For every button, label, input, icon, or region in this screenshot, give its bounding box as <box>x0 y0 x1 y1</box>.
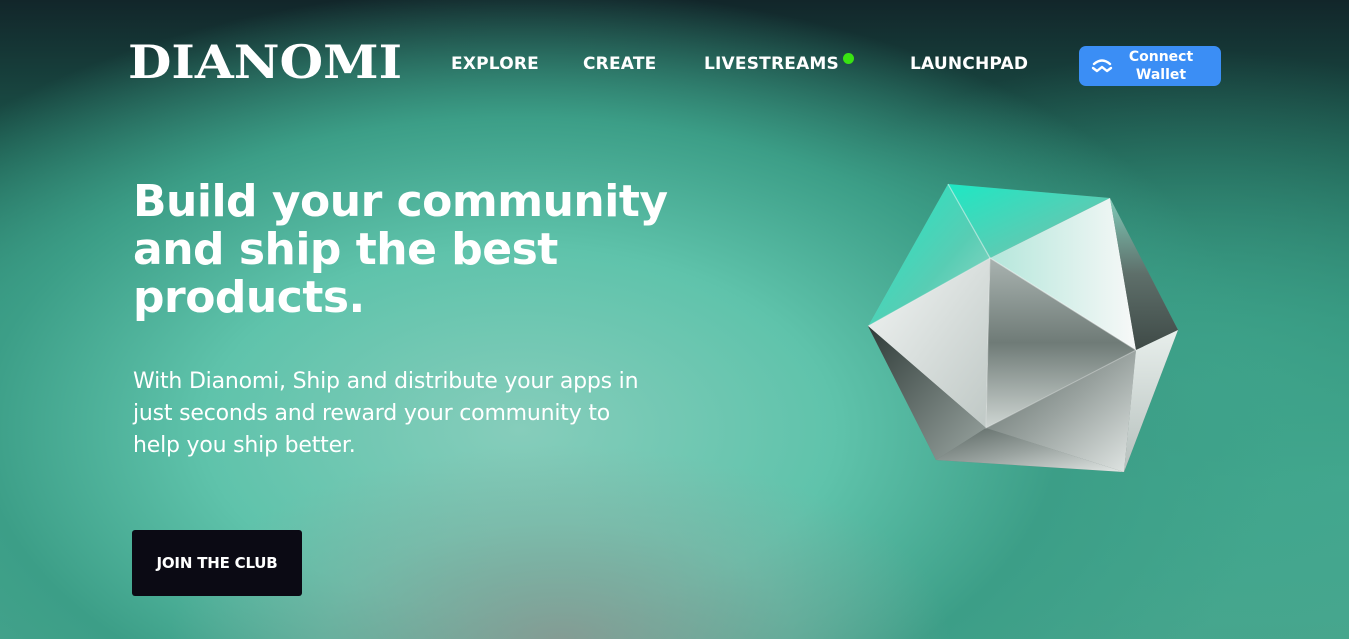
connect-wallet-label: Connect Wallet <box>1119 48 1203 84</box>
icosahedron-gem-illustration <box>867 183 1178 472</box>
logo-text: DIANOMI <box>128 36 402 86</box>
logo-wordmark: DIANOMI <box>128 36 402 86</box>
hero-subtitle-line2: just seconds and reward your community t… <box>133 401 611 426</box>
hero-subtitle-line1: With Dianomi, Ship and distribute your a… <box>133 369 639 394</box>
nav-create[interactable]: CREATE <box>583 54 656 74</box>
connect-wallet-line2: Wallet <box>1135 67 1187 83</box>
nav-livestreams[interactable]: LIVESTREAMS <box>704 54 839 74</box>
dianomi-logo[interactable]: DIANOMI <box>128 36 404 86</box>
hero-subtitle: With Dianomi, Ship and distribute your a… <box>133 366 723 462</box>
hero-subtitle-line3: help you ship better. <box>133 433 356 458</box>
nav-launchpad[interactable]: LAUNCHPAD <box>910 54 1028 74</box>
hero-title-line2: and ship the best <box>133 224 558 275</box>
live-indicator-dot <box>843 53 854 64</box>
nav-explore[interactable]: EXPLORE <box>451 54 539 74</box>
hero-title-line3: products. <box>133 272 365 323</box>
connect-wallet-button[interactable]: Connect Wallet <box>1079 46 1221 86</box>
hero-title: Build your community and ship the best p… <box>133 178 753 322</box>
walletconnect-icon <box>1091 59 1113 73</box>
hero-title-line1: Build your community <box>133 176 668 227</box>
join-the-club-button[interactable]: JOIN THE CLUB <box>132 530 302 596</box>
connect-wallet-line1: Connect <box>1128 49 1194 65</box>
